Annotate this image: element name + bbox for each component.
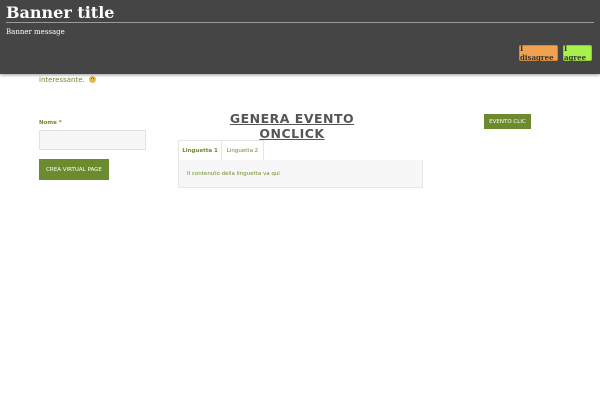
tab-panel: Il contenuto della linguetta va qui (178, 160, 423, 188)
agree-button[interactable]: I agree (563, 44, 592, 62)
event-click-button[interactable]: EVENTO CLIC (484, 114, 531, 129)
name-label: Nome * (39, 120, 62, 126)
intro-text: interessante. (39, 76, 85, 84)
name-input[interactable] (39, 130, 146, 150)
disagree-button[interactable]: I disagree (519, 44, 558, 62)
create-virtual-page-button[interactable]: CREA VIRTUAL PAGE (39, 159, 109, 180)
tab-linguetta-2[interactable]: Linguetta 2 (222, 140, 264, 161)
tab-linguetta-1[interactable]: Linguetta 1 (178, 140, 222, 162)
cookie-banner: Banner title Banner message I disagree I… (0, 0, 600, 74)
name-label-text: Nome (39, 120, 57, 126)
event-title: GENERA EVENTO ONCLICK (229, 111, 355, 141)
smiley-icon (89, 76, 96, 83)
banner-message: Banner message (6, 28, 65, 36)
tab-bar: Linguetta 1 Linguetta 2 (178, 140, 423, 162)
required-marker: * (58, 120, 62, 126)
intro-text-line: interessante. (39, 76, 96, 84)
tab-panel-content: Il contenuto della linguetta va qui (187, 171, 280, 177)
banner-title: Banner title (6, 4, 594, 23)
